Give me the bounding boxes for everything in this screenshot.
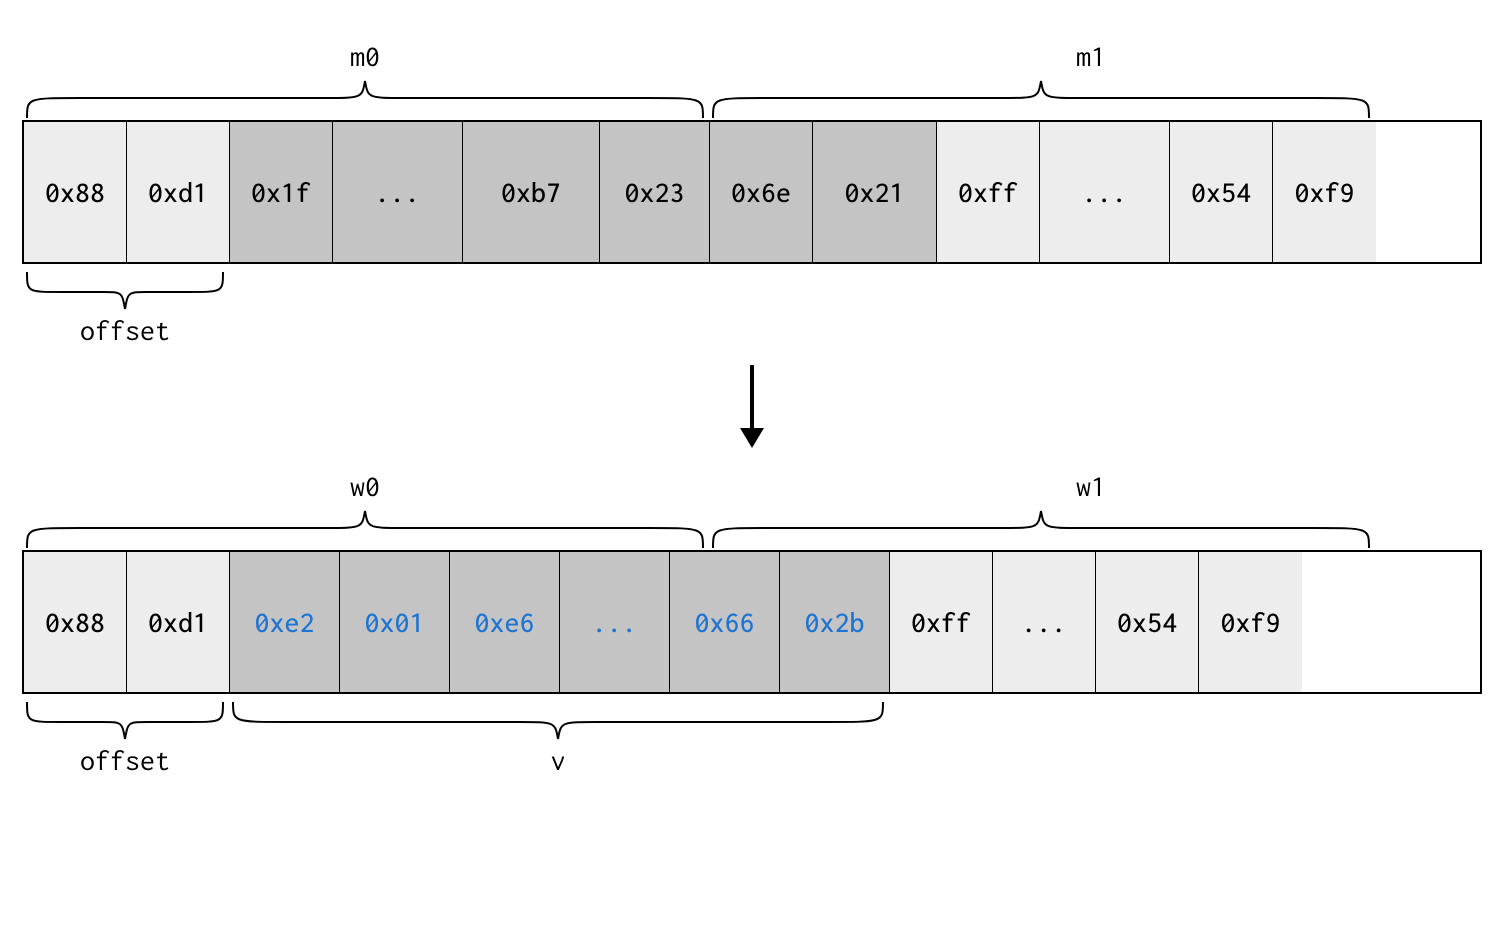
label-m1: m1	[1076, 40, 1106, 72]
memory-cell: 0xf9	[1273, 122, 1376, 262]
memory-cell: 0x88	[24, 552, 127, 692]
bottom-block: w0 w1 0x880xd10xe20x010xe6...0x660x2b0xf…	[22, 470, 1482, 780]
memory-cell: 0xff	[937, 122, 1040, 262]
memory-cell: 0x54	[1170, 122, 1273, 262]
memory-cell: 0x1f	[230, 122, 333, 262]
memory-cell: ...	[1040, 122, 1170, 262]
label-offset-bottom: offset	[80, 744, 170, 776]
memory-cell: 0x54	[1096, 552, 1199, 692]
label-w0: w0	[350, 470, 380, 502]
memory-cell: 0x21	[813, 122, 937, 262]
top-cells: 0x880xd10x1f...0xb70x230x6e0x210xff...0x…	[22, 120, 1482, 264]
label-v: v	[551, 744, 566, 776]
label-w1: w1	[1076, 470, 1106, 502]
memory-cell: ...	[993, 552, 1096, 692]
top-bottom-braces: offset	[22, 270, 1482, 350]
bottom-cells: 0x880xd10xe20x010xe6...0x660x2b0xff...0x…	[22, 550, 1482, 694]
memory-cell: ...	[560, 552, 670, 692]
brace-offset-bottom	[22, 700, 228, 742]
memory-cell: 0xd1	[127, 122, 230, 262]
memory-cell: 0xe2	[230, 552, 340, 692]
top-block: m0 m1 0x880xd10x1f...0xb70x230x6e0x210xf…	[22, 40, 1482, 350]
brace-w1	[708, 508, 1374, 550]
memory-diagram: m0 m1 0x880xd10x1f...0xb70x230x6e0x210xf…	[22, 40, 1482, 790]
bottom-bottom-braces: offset v	[22, 700, 1482, 780]
bottom-top-braces: w0 w1	[22, 470, 1482, 550]
memory-cell: 0xb7	[463, 122, 600, 262]
brace-v	[228, 700, 888, 742]
brace-m0	[22, 78, 708, 120]
label-m0: m0	[350, 40, 380, 72]
memory-cell: 0x6e	[710, 122, 813, 262]
memory-cell: 0x66	[670, 552, 780, 692]
memory-cell: 0xff	[890, 552, 993, 692]
brace-w0	[22, 508, 708, 550]
brace-offset-top	[22, 270, 228, 312]
memory-cell: ...	[333, 122, 463, 262]
memory-cell: 0x2b	[780, 552, 890, 692]
top-braces: m0 m1	[22, 40, 1482, 120]
memory-cell: 0xe6	[450, 552, 560, 692]
arrow-down	[22, 360, 1482, 450]
memory-cell: 0x88	[24, 122, 127, 262]
memory-cell: 0xd1	[127, 552, 230, 692]
label-offset-top: offset	[80, 314, 170, 346]
memory-cell: 0x01	[340, 552, 450, 692]
brace-m1	[708, 78, 1374, 120]
memory-cell: 0x23	[600, 122, 710, 262]
memory-cell: 0xf9	[1199, 552, 1302, 692]
